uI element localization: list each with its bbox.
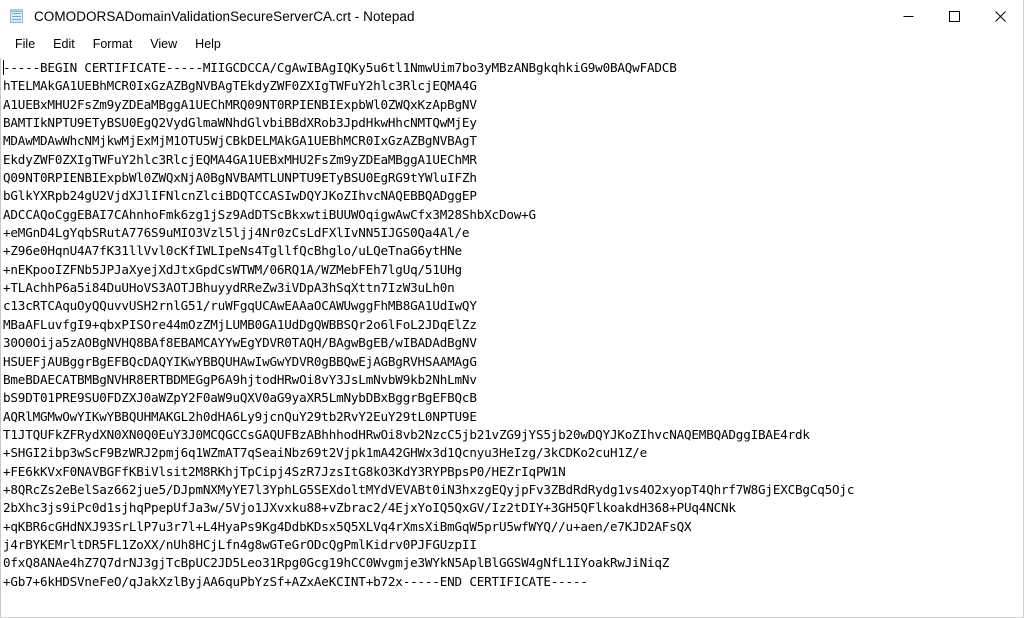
certificate-line: MBaAFLuvfgI9+qbxPISOre44mOzZMjLUMB0GA1Ud… <box>3 316 477 332</box>
certificate-line: Q09NT0RPIENBIExpbWl0ZWQxNjA0BgNVBAMTLUNP… <box>3 170 477 186</box>
maximize-icon <box>948 10 960 22</box>
certificate-line: AQRlMGMwOwYIKwYBBQUHMAKGL2h0dHA6Ly9jcnQu… <box>3 408 477 424</box>
menu-item-edit[interactable]: Edit <box>44 35 84 55</box>
menu-item-help[interactable]: Help <box>186 35 230 55</box>
close-icon <box>994 10 1006 22</box>
notepad-window: COMODORSADomainValidationSecureServerCA.… <box>0 0 1024 618</box>
certificate-line: hTELMAkGA1UEBhMCR0IxGzAZBgNVBAgTEkdyZWF0… <box>3 78 477 94</box>
certificate-line: A1UEBxMHU2FsZm9yZDEaMBggA1UEChMRQ09NT0RP… <box>3 96 477 112</box>
menu-item-file[interactable]: File <box>6 35 44 55</box>
certificate-line: 30O0Oija5zAOBgNVHQ8BAf8EBAMCAYYwEgYDVR0T… <box>3 335 477 351</box>
certificate-line: j4rBYKEMrltDR5FL1ZoXX/nUh8HCjLfn4g8wGTeG… <box>3 536 477 552</box>
title-bar[interactable]: COMODORSADomainValidationSecureServerCA.… <box>0 0 1023 33</box>
window-title: COMODORSADomainValidationSecureServerCA.… <box>34 8 415 24</box>
notepad-document-icon <box>9 8 25 24</box>
certificate-line: BAMTIkNPTU9ETyBSU0EgQ2VydGlmaWNhdGlvbiBB… <box>3 115 477 131</box>
certificate-line: +nEKpooIZFNb5JPJaXyejXdJtxGpdCsWTWM/06RQ… <box>3 261 462 277</box>
certificate-line: +8QRcZs2eBelSaz662jue5/DJpmNXMyYE7l3YphL… <box>3 481 855 497</box>
certificate-line: +Z96e0HqnU4A7fK31llVvl0cKfIWLIpeNs4Tgllf… <box>3 243 462 259</box>
certificate-line: ADCCAQoCggEBAI7CAhnhoFmk6zg1jSz9AdDTScBk… <box>3 206 536 222</box>
maximize-button[interactable] <box>931 0 977 32</box>
certificate-line: EkdyZWF0ZXIgTWFuY2hlc3RlcjEQMA4GA1UEBxMH… <box>3 151 477 167</box>
window-controls <box>885 0 1023 32</box>
certificate-line: 2bXhc3js9iPc0d1sjhqPpepUfJa3w/5Vjo1JXvxk… <box>3 500 736 516</box>
certificate-line: bGlkYXRpb24gU2VjdXJlIFNlcnZlciBDQTCCASIw… <box>3 188 477 204</box>
certificate-line: +TLAchhP6a5i84DuUHoVS3AOTJBhuyydRReZw3iV… <box>3 280 455 296</box>
certificate-line: +SHGI2ibp3wScF9BzWRJ2pmj6q1WZmAT7qSeaiNb… <box>3 445 647 461</box>
certificate-line: c13cRTCAquOyQQuvvUSH2rnlG51/ruWFgqUCAwEA… <box>3 298 477 314</box>
minimize-button[interactable] <box>885 0 931 32</box>
menu-item-view[interactable]: View <box>141 35 186 55</box>
certificate-line: HSUEFjAUBggrBgEFBQcDAQYIKwYBBQUHAwIwGwYD… <box>3 353 477 369</box>
minimize-icon <box>903 15 913 17</box>
certificate-line: bS9DT01PRE9SU0FDZXJ0aWZpY2F0aW9uQXV0aG9y… <box>3 390 477 406</box>
certificate-line: +qKBR6cGHdNXJ93SrLlP7u3r7l+L4HyaPs9Kg4Dd… <box>3 518 692 534</box>
certificate-line: +eMGnD4LgYqbSRutA776S9uMIO3Vzl5ljj4Nr0zC… <box>3 225 470 241</box>
certificate-text[interactable]: -----BEGIN CERTIFICATE-----MIIGCDCCA/CgA… <box>0 58 1023 617</box>
certificate-line: +FE6kKVxF0NAVBGFfKBiVlsit2M8RKhjTpCipj4S… <box>3 463 566 479</box>
certificate-line: -----BEGIN CERTIFICATE-----MIIGCDCCA/CgA… <box>3 60 677 75</box>
certificate-line: +Gb7+6kHDSVneFeO/qJakXzlByjAA6quPbYzSf+A… <box>3 573 588 589</box>
certificate-line: MDAwMDAwWhcNMjkwMjExMjM1OTU5WjCBkDELMAkG… <box>3 133 477 149</box>
close-button[interactable] <box>977 0 1023 32</box>
menu-item-format[interactable]: Format <box>84 35 142 55</box>
certificate-line: BmeBDAECATBMBgNVHR8ERTBDMEGgP6A9hjtodHRw… <box>3 371 477 387</box>
menu-bar: File Edit Format View Help <box>0 33 1023 57</box>
certificate-line: T1JTQUFkZFRydXN0XN0Q0EuY3J0MCQGCCsGAQUFB… <box>3 426 810 442</box>
editor-area[interactable]: -----BEGIN CERTIFICATE-----MIIGCDCCA/CgA… <box>0 57 1023 617</box>
text-caret <box>3 60 4 75</box>
certificate-line: 0fxQ8ANAe4hZ7Q7drNJ3gjTcBpUC2JD5Leo31Rpg… <box>3 555 670 571</box>
